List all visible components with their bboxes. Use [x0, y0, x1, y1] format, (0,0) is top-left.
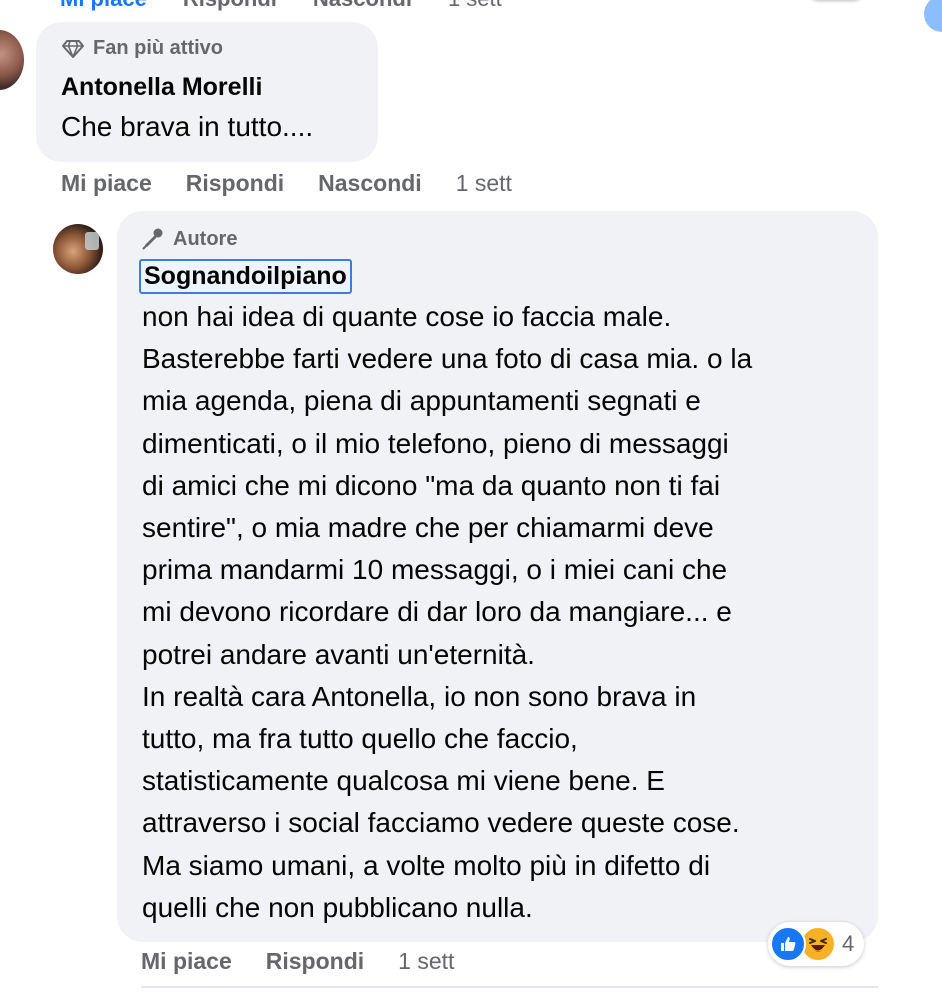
reply-text: non hai idea di quante cose io faccia ma…: [142, 296, 752, 929]
diamond-icon: [61, 39, 85, 59]
avatar[interactable]: [0, 30, 24, 90]
like-icon: [770, 926, 806, 962]
text-line: mi devono ricordare di dar loro da mangi…: [142, 596, 732, 628]
previous-like-button[interactable]: Mi piace: [60, 0, 147, 12]
text-line: statisticamente qualcosa mi viene bene. …: [142, 765, 665, 797]
top-fan-badge: Fan più attivo: [61, 37, 223, 60]
text-line: sentire", o mia madre che per chiamarmi …: [142, 512, 714, 544]
text-line: potrei andare avanti un'eternità.: [142, 638, 535, 670]
reactions-summary[interactable]: 4: [768, 922, 865, 966]
edge-indicator: [924, 0, 942, 32]
text-line: non hai idea di quante cose io faccia ma…: [142, 301, 672, 332]
text-line: attraverso i social facciamo vedere ques…: [142, 807, 740, 839]
text-line: di amici che mi dicono "ma da quanto non…: [142, 469, 721, 501]
text-line: mia agenda, piena di appuntamenti segnat…: [142, 385, 701, 417]
previous-comment-actions: Mi piace Rispondi Nascondi 1 sett: [60, 0, 502, 12]
previous-reply-button[interactable]: Rispondi: [183, 0, 277, 12]
comment-actions: Mi piace Rispondi Nascondi 1 sett: [61, 170, 512, 197]
text-line: tutto, ma fra tutto quello che faccio,: [142, 723, 578, 755]
microphone-icon: [141, 227, 165, 251]
like-button[interactable]: Mi piace: [141, 948, 232, 975]
hide-button[interactable]: Nascondi: [318, 170, 422, 197]
text-line: quelli che non pubblicano nulla.: [142, 891, 533, 923]
divider: [141, 986, 878, 988]
text-line: In realtà cara Antonella, io non sono br…: [142, 680, 697, 712]
badge-label: Fan più attivo: [93, 37, 223, 59]
text-line: dimenticati, o il mio telefono, pieno di…: [142, 427, 729, 459]
text-line: Ma siamo umani, a volte molto più in dif…: [142, 849, 711, 881]
text-line: prima mandarmi 10 messaggi, o i miei can…: [142, 554, 728, 586]
text-line: Basterebbe farti vedere una foto di casa…: [142, 343, 753, 375]
author-mention-link[interactable]: Sognandoilpiano: [139, 259, 352, 294]
previous-timestamp[interactable]: 1 sett: [448, 0, 502, 12]
author-badge: Autore: [141, 227, 237, 251]
reply-actions: Mi piace Rispondi 1 sett: [141, 948, 454, 975]
reaction-count: 4: [842, 931, 855, 956]
reply-button[interactable]: Rispondi: [266, 948, 364, 975]
comment-author[interactable]: Antonella Morelli: [61, 73, 262, 102]
avatar[interactable]: [53, 224, 103, 274]
badge-label: Autore: [173, 227, 238, 250]
reply-timestamp[interactable]: 1 sett: [398, 948, 454, 975]
comment-timestamp[interactable]: 1 sett: [456, 170, 512, 197]
comment-text: Che brava in tutto....: [61, 111, 314, 142]
previous-hide-button[interactable]: Nascondi: [313, 0, 412, 12]
reply-button[interactable]: Rispondi: [186, 170, 284, 197]
like-button[interactable]: Mi piace: [61, 170, 152, 197]
